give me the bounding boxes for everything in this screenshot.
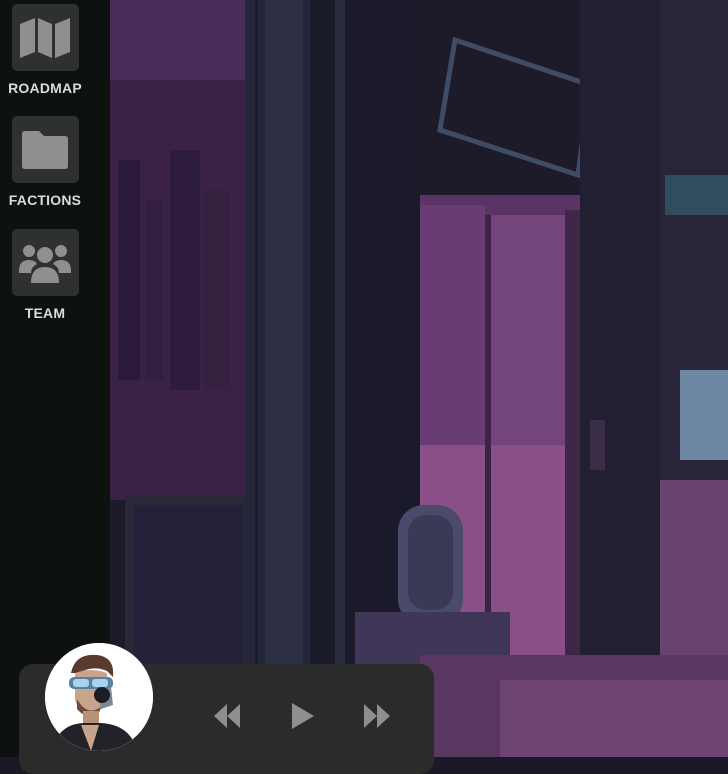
team-icon: [19, 244, 71, 283]
sidebar-item-label: FACTIONS: [8, 192, 82, 208]
folder-icon: [22, 130, 68, 169]
map-icon: [20, 17, 70, 58]
roadmap-tile[interactable]: [11, 4, 79, 71]
sidebar-item-label: ROADMAP: [8, 80, 82, 96]
team-tile[interactable]: [11, 229, 79, 296]
rewind-icon[interactable]: [212, 700, 244, 732]
sidebar-item-team[interactable]: TEAM: [0, 229, 90, 321]
sidebar-item-label: TEAM: [24, 305, 66, 321]
sidebar-item-factions[interactable]: FACTIONS: [0, 116, 90, 208]
sidebar-item-roadmap[interactable]: ROADMAP: [0, 4, 90, 96]
factions-tile[interactable]: [11, 116, 79, 183]
cyborg-portrait: [45, 643, 153, 751]
fast-forward-icon[interactable]: [360, 700, 392, 732]
play-icon[interactable]: [288, 700, 320, 732]
cyborg-avatar[interactable]: [45, 643, 153, 751]
